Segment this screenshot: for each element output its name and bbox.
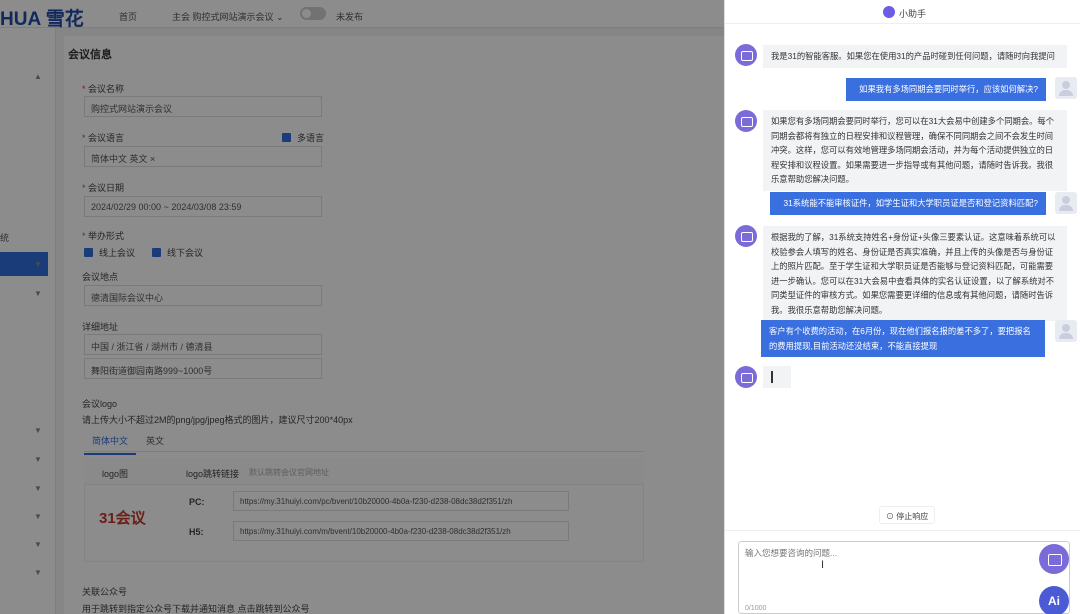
chat-title: 小助手 [899,9,927,19]
char-counter: 0/1000 [745,605,767,612]
section-title: 会议信息 [68,49,112,61]
language-label: 会议语言 [82,131,124,144]
stop-response-button[interactable]: ⊙ 停止响应 [879,506,936,524]
chevron-down-icon[interactable]: ▼ [34,289,42,298]
bot-message: 我是31的智能客服。如果您在使用31的产品时碰到任何问题，请随时向我提问 [763,45,1067,68]
typing-indicator [763,366,791,388]
background-page: HUA 雪花 首页 主会 购控式网站演示会议 ⌄ 未发布 ▲ 统 ▼ ▼ ▼ ▼… [0,0,724,614]
venue-input[interactable]: 德清国际会议中心 [84,285,322,306]
h5-label: H5: [189,527,204,537]
bot-message: 根据我的了解，31系统支持姓名+身份证+头像三要素认证。这意味着系统可以校验参会… [763,226,1067,321]
sidebar-item-label: 统 [0,233,10,243]
address-region-select[interactable]: 中国 / 浙江省 / 湖州市 / 德清县 [84,334,322,355]
chevron-down-icon[interactable]: ▼ [34,512,42,521]
user-message: 如果我有多场同期会要同时举行，应该如何解决? [846,78,1046,101]
chevron-up-icon[interactable]: ▲ [34,72,42,81]
chevron-down-icon[interactable]: ▼ [34,540,42,549]
top-bar: HUA 雪花 首页 主会 购控式网站演示会议 ⌄ 未发布 [0,0,724,30]
date-range-input[interactable]: 2024/02/29 00:00 ~ 2024/03/08 23:59 [84,196,322,217]
sidebar: ▲ 统 ▼ ▼ ▼ ▼ ▼ ▼ ▼ ▼ [0,28,56,614]
chevron-down-icon[interactable]: ▼ [34,455,42,464]
bot-avatar-icon [735,110,757,132]
online-checkbox[interactable]: 线上会议 [84,246,135,259]
h5-url-input[interactable]: https://my.31huiyi.com/m/bvent/10b20000-… [233,521,569,541]
logo-column: logo图 [102,469,129,479]
nav-home[interactable]: 首页 [119,10,137,23]
brand-logo: HUA 雪花 [0,9,84,30]
logo-table-header: logo图 logo跳转链接 默认跳转会议官网地址 [84,458,644,484]
pc-label: PC: [189,497,205,507]
language-select[interactable]: 简体中文 英文 × [84,146,322,167]
chevron-down-icon[interactable]: ▼ [34,426,42,435]
address-label: 详细地址 [82,322,119,332]
assistant-button-icon[interactable] [1039,544,1069,574]
tab-chinese[interactable]: 简体中文 [83,434,137,455]
chat-input[interactable] [745,548,1035,558]
link-placeholder: 默认跳转会议官网地址 [249,468,329,477]
public-account-label: 关联公众号 [82,587,128,597]
bot-message: 如果您有多场同期会要同时举行，您可以在31大会易中创建多个同期会。每个同期会都将… [763,110,1067,191]
language-tabs: 简体中文 英文 [83,430,644,455]
multi-language-checkbox[interactable]: 多语言 [282,131,324,144]
user-avatar-icon [1055,320,1077,342]
user-message: 客户有个收费的活动，在6月份，现在他们报名报的差不多了，要把报名的费用提现,目前… [761,320,1045,357]
address-street-input[interactable]: 舞阳街道御园南路999~1000号 [84,358,322,379]
ai-button[interactable]: Ai [1039,586,1069,614]
pc-url-input[interactable]: https://my.31huiyi.com/pc/bvent/10b20000… [233,491,569,511]
bot-avatar-icon [735,225,757,247]
user-message: 31系统能不能审核证件，如学生证和大学职员证是否和登记资料匹配? [770,192,1046,215]
logo-hint: 请上传大小不超过2M的png/jpg/jpeg格式的图片，建议尺寸200*40p… [82,415,353,425]
public-account-hint: 用于跳转到指定公众号下载并通知消息 点击跳转到公众号 [82,604,310,614]
date-label: 会议日期 [82,181,124,194]
chevron-down-icon[interactable]: ▼ [34,260,42,269]
text-cursor-icon: I [821,559,825,571]
bot-avatar-icon [735,44,757,66]
chevron-down-icon[interactable]: ▼ [34,568,42,577]
user-avatar-icon [1055,77,1077,99]
tab-english[interactable]: 英文 [146,434,164,447]
divider [725,530,1080,531]
assistant-panel: 小助手 我是31的智能客服。如果您在使用31的产品时碰到任何问题，请随时向我提问… [724,0,1080,614]
chevron-down-icon[interactable]: ▼ [34,484,42,493]
publish-toggle[interactable] [300,7,326,20]
chat-input-box[interactable]: I 0/1000 [738,541,1070,614]
meeting-selector[interactable]: 主会 购控式网站演示会议 ⌄ [172,10,284,23]
venue-label: 会议地点 [82,272,119,282]
user-avatar-icon [1055,192,1077,214]
logo-table-row: 31会议 PC: https://my.31huiyi.com/pc/bvent… [84,484,644,562]
app-root: HUA 雪花 首页 主会 购控式网站演示会议 ⌄ 未发布 ▲ 统 ▼ ▼ ▼ ▼… [0,0,1080,614]
meeting-name-label: 会议名称 [82,82,124,95]
bot-avatar-icon [735,366,757,388]
publish-status: 未发布 [336,12,364,22]
meeting-logo-image[interactable]: 31会议 [99,507,146,528]
format-label: 举办形式 [82,229,124,242]
link-column: logo跳转链接 [186,469,240,479]
assistant-icon [883,6,895,18]
chat-header: 小助手 [725,0,1080,24]
logo-label: 会议logo [82,399,118,409]
main-form: 会议信息 会议名称 购控式网站演示会议 会议语言 多语言 简体中文 英文 × 会… [64,36,724,614]
meeting-name-input[interactable]: 购控式网站演示会议 [84,96,322,117]
offline-checkbox[interactable]: 线下会议 [152,246,203,259]
